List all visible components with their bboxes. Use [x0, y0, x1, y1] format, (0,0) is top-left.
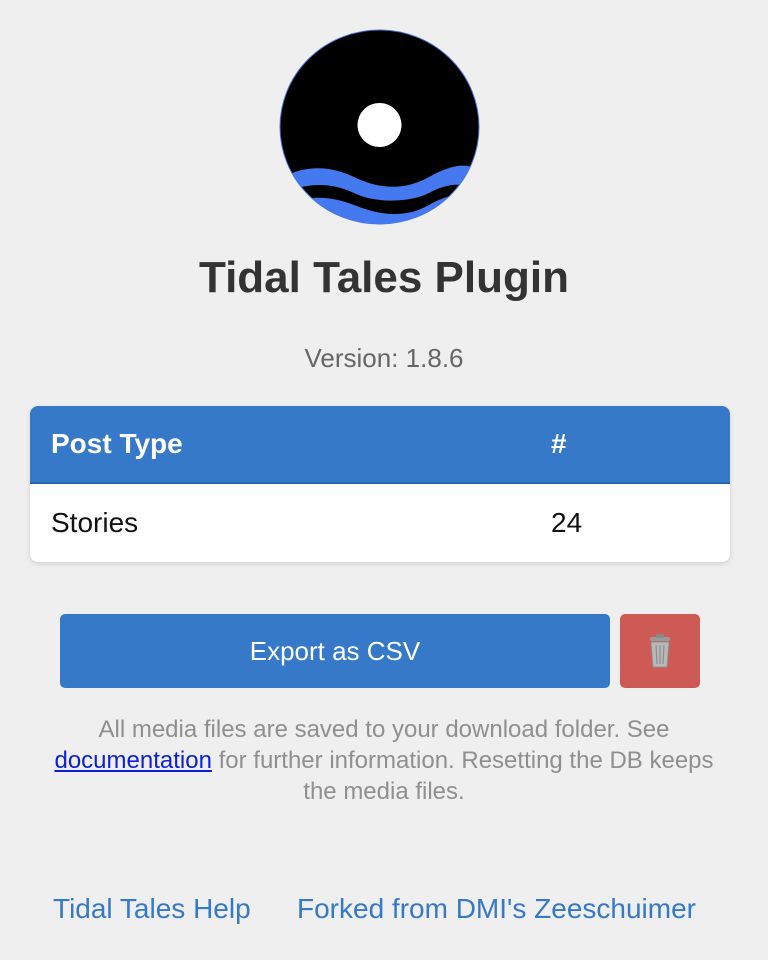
column-header-post-type: Post Type [51, 428, 183, 459]
version-label: Version: [304, 343, 406, 373]
table-cell-count: 24 [551, 507, 583, 538]
table-row: Stories 24 [30, 484, 730, 562]
table-cell-post-type: Stories [51, 507, 139, 538]
table-header-row: Post Type # [30, 406, 730, 484]
info-text-before: All media files are saved to your downlo… [98, 716, 670, 743]
page-title: Tidal Tales Plugin [198, 253, 569, 302]
reset-db-button[interactable] [620, 614, 700, 688]
tidal-tales-help-link[interactable]: Tidal Tales Help [53, 892, 251, 926]
plugin-popup: Tidal Tales Plugin Version: 1.8.6 Post T… [0, 0, 768, 960]
version-text: Version: 1.8.6 [0, 343, 768, 373]
trash-can-icon [650, 634, 670, 668]
version-value: 1.8.6 [405, 343, 464, 373]
sun-over-waves-logo-icon [279, 29, 480, 225]
column-header-count: # [551, 428, 567, 459]
zeeschuimer-fork-link[interactable]: Forked from DMI's Zeeschuimer [297, 892, 696, 926]
info-text-after: for further information. Resetting the D… [211, 747, 714, 805]
media-info-text: All media files are saved to your downlo… [50, 714, 718, 807]
post-count-table: Post Type # Stories 24 [30, 406, 730, 562]
export-csv-button[interactable]: Export as CSV [60, 614, 610, 688]
documentation-link[interactable]: documentation [54, 747, 211, 774]
